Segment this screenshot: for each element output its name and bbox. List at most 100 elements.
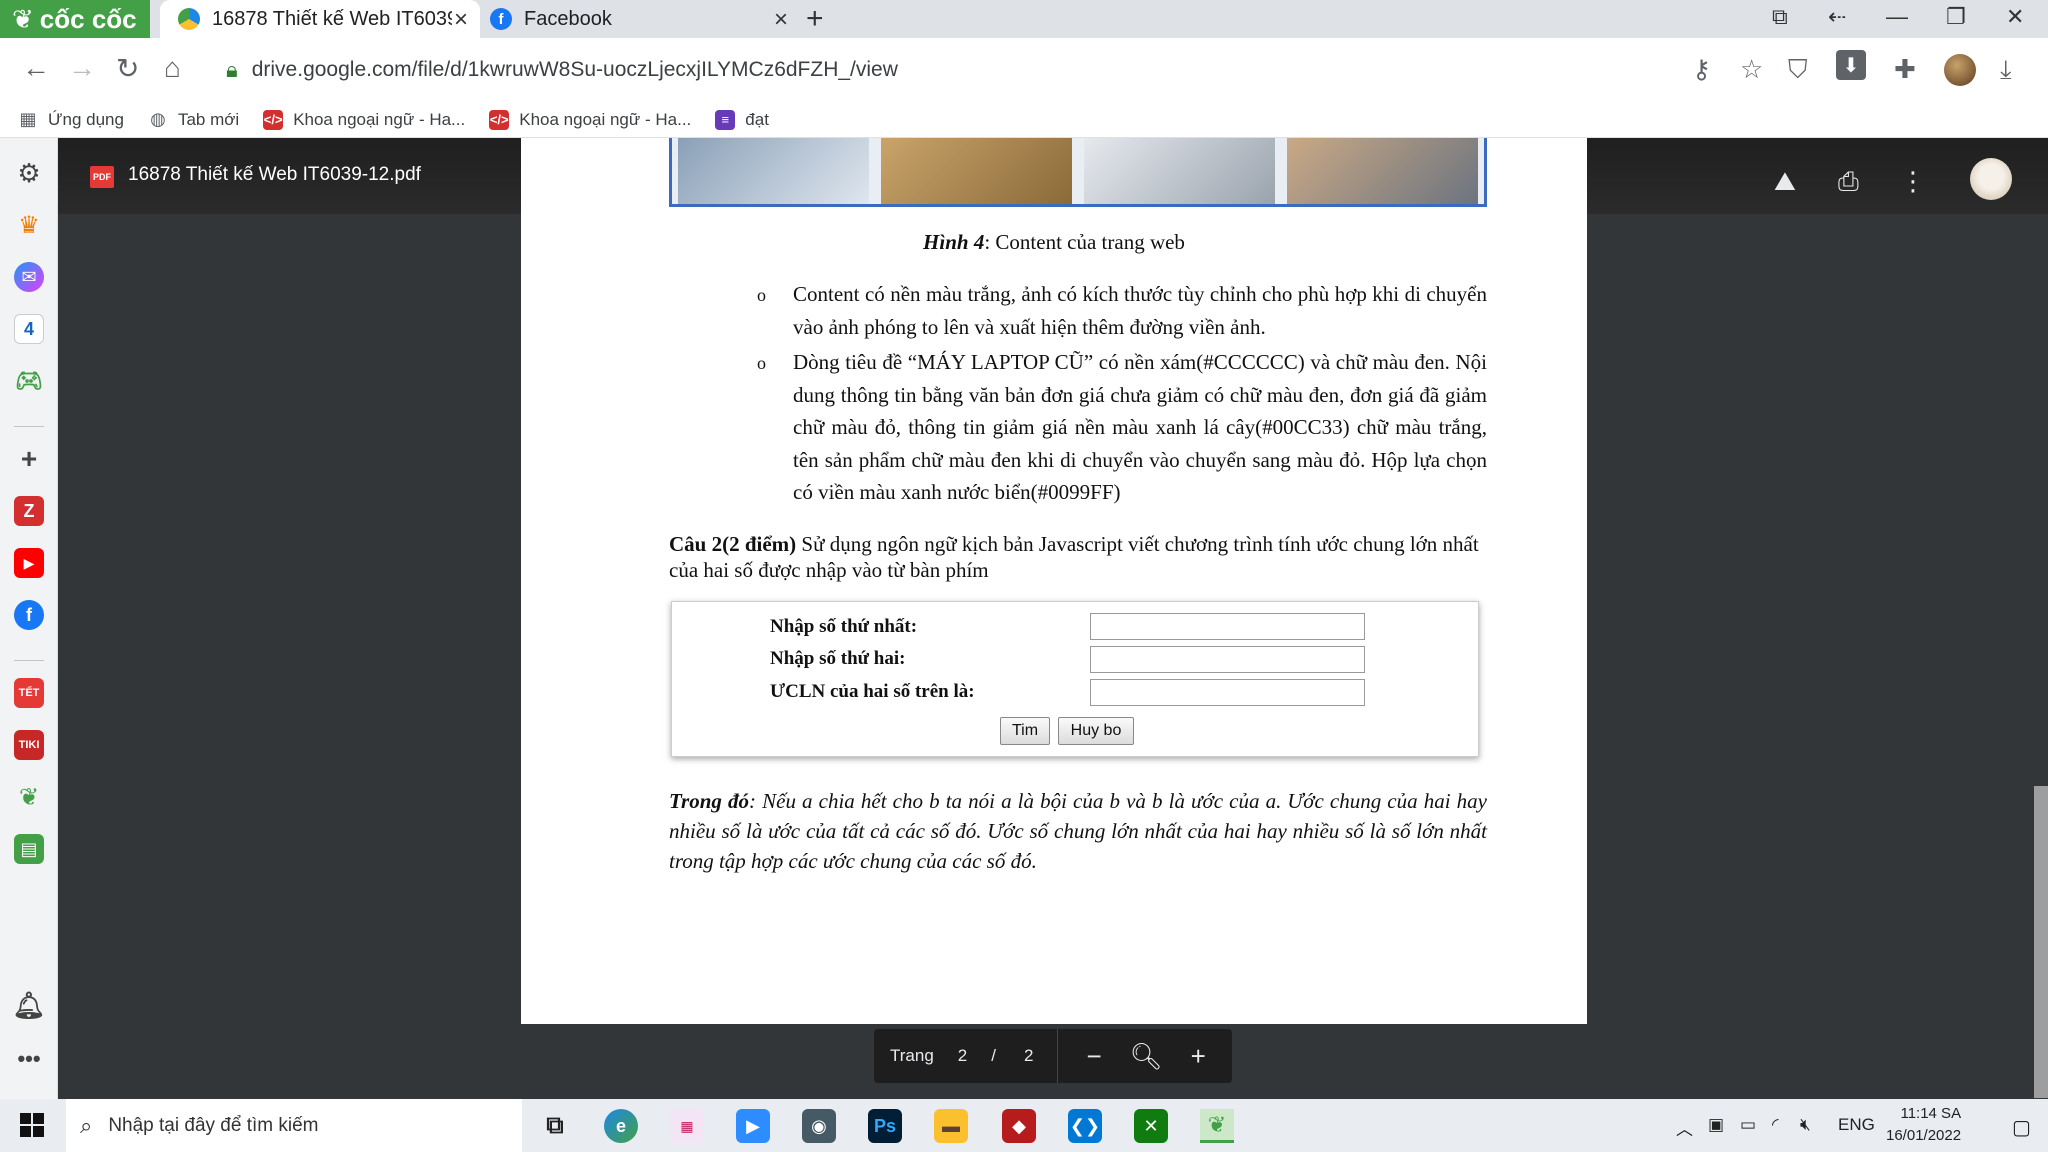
tab-label: Facebook bbox=[524, 7, 612, 30]
windows-start-icon[interactable] bbox=[20, 1113, 44, 1137]
system-clock[interactable]: 11:14 SA 16/01/2022 bbox=[1886, 1103, 1961, 1147]
coccoc-sidebar: ⚙ ♛ ✉ 4 🎮︎ + Z ▶ f TẾT TIKI ❦ ▤ 🔔︎ ••• bbox=[0, 138, 58, 1099]
bullet-text: Dòng tiêu đề “MÁY LAPTOP CŨ” có nền xám(… bbox=[793, 350, 1487, 504]
taskbar-search[interactable]: ⌕ Nhập tại đây để tìm kiếm bbox=[66, 1099, 522, 1152]
bell-icon[interactable]: 🔔︎ bbox=[13, 990, 46, 1020]
page-separator: / bbox=[991, 1046, 996, 1065]
coccoc-taskbar-icon[interactable]: ❦ bbox=[1200, 1109, 1234, 1143]
shopee-tet-icon[interactable]: TẾT bbox=[14, 678, 44, 708]
laptop-image-strip bbox=[669, 138, 1487, 207]
reload-icon[interactable]: ↻ bbox=[116, 52, 139, 85]
settings-gear-icon[interactable]: ⚙ bbox=[14, 158, 44, 188]
bookmark-label: Tab mới bbox=[177, 109, 240, 129]
bookmark-star-icon[interactable]: ☆ bbox=[1740, 54, 1763, 85]
zoom-app-icon[interactable]: ▶ bbox=[736, 1109, 770, 1143]
question-2: Câu 2(2 điểm) Sử dụng ngôn ngữ kịch bản … bbox=[669, 531, 1487, 583]
coccoc-leaf-icon: ❦ bbox=[12, 3, 34, 34]
messenger-icon[interactable]: ✉ bbox=[14, 262, 44, 292]
print-icon[interactable]: ⎙ bbox=[1838, 166, 1859, 198]
red-app-icon[interactable]: ◆ bbox=[1002, 1109, 1036, 1143]
tab-search-icon[interactable]: ⧉ bbox=[1772, 4, 1788, 30]
result-field bbox=[1090, 679, 1365, 706]
brand-name: cốc cốc bbox=[39, 3, 137, 34]
facebook-icon: f bbox=[490, 8, 512, 30]
more-options-icon[interactable]: ⋮ bbox=[1900, 166, 1926, 197]
red-code-icon: </> bbox=[263, 109, 284, 130]
sheets-icon[interactable]: ▤ bbox=[14, 834, 44, 864]
back-icon[interactable]: ← bbox=[22, 52, 50, 84]
youtube-icon[interactable]: ▶ bbox=[14, 548, 44, 578]
form-label-first: Nhập số thứ nhất: bbox=[770, 616, 918, 637]
facebook-sidebar-icon[interactable]: f bbox=[14, 600, 44, 630]
language-indicator[interactable]: ENG bbox=[1838, 1115, 1875, 1135]
bookmark-khoa-1[interactable]: </> Khoa ngoại ngữ - Ha... bbox=[263, 109, 465, 130]
tiki-tet-icon[interactable]: TIKI bbox=[14, 730, 44, 760]
window-close-icon[interactable]: ✕ bbox=[2006, 4, 2024, 30]
definition-note: Trong đó: Nếu a chia hết cho b ta nói a … bbox=[669, 786, 1487, 876]
add-to-drive-icon[interactable]: ⛰ bbox=[1774, 166, 1796, 198]
tray-chevron-icon[interactable]: ︿ bbox=[1676, 1115, 1693, 1140]
minimize-icon[interactable]: — bbox=[1886, 4, 1908, 30]
zoom-out-icon[interactable]: − bbox=[1086, 1041, 1101, 1072]
bullet-marker: o bbox=[757, 285, 766, 305]
google-drive-icon bbox=[178, 8, 200, 30]
zoom-in-icon[interactable]: + bbox=[1191, 1041, 1206, 1072]
vertical-scrollbar[interactable] bbox=[2034, 786, 2048, 1098]
crown-icon[interactable]: ♛ bbox=[14, 210, 44, 240]
savior-download-icon[interactable]: ⬇ bbox=[1836, 50, 1866, 80]
shield-icon[interactable]: ⛉ bbox=[1788, 54, 1808, 86]
purple-list-icon: ≡ bbox=[715, 109, 736, 130]
profile-avatar[interactable] bbox=[1944, 54, 1976, 86]
tab-strip: ❦ cốc cốc 16878 Thiết kế Web IT6039-1 × … bbox=[0, 0, 2048, 38]
gamepad-icon[interactable]: 🎮︎ bbox=[14, 366, 44, 396]
zoom-magnifier-icon[interactable]: 🔍︎ bbox=[1130, 1041, 1163, 1072]
file-explorer-icon[interactable]: ▬ bbox=[934, 1109, 968, 1143]
bookmark-dat[interactable]: ≡ đạt bbox=[715, 109, 769, 130]
bullet-text: Content có nền màu trắng, ảnh có kích th… bbox=[793, 282, 1487, 339]
bookmark-apps[interactable]: ▦ Ứng dụng bbox=[18, 109, 123, 130]
coccoc-logo[interactable]: ❦ cốc cốc bbox=[0, 0, 150, 38]
caption-rest: : Content của trang web bbox=[984, 230, 1185, 254]
form-label-result: ƯCLN của hai số trên là: bbox=[770, 681, 975, 702]
wifi-icon[interactable]: ◜ bbox=[1772, 1115, 1779, 1135]
zing-icon[interactable]: Z bbox=[14, 496, 44, 526]
tab-facebook[interactable]: f Facebook × bbox=[480, 0, 800, 38]
key-icon[interactable]: ⚷ bbox=[1692, 54, 1711, 85]
vscode-icon[interactable]: ❮❯ bbox=[1068, 1109, 1102, 1143]
camera-icon[interactable]: ◉ bbox=[802, 1109, 836, 1143]
volume-muted-icon[interactable]: 🔇︎ bbox=[1800, 1115, 1811, 1135]
app-icon[interactable]: ▦ bbox=[670, 1109, 704, 1143]
more-dots-icon[interactable]: ••• bbox=[14, 1044, 44, 1074]
clock-time: 11:14 SA bbox=[1900, 1105, 1962, 1122]
tray-device-icon[interactable]: ▣ bbox=[1708, 1115, 1724, 1135]
battery-icon[interactable]: ▭ bbox=[1740, 1115, 1756, 1135]
current-page-input[interactable]: 2 bbox=[958, 1046, 967, 1066]
url-text[interactable]: drive.google.com/file/d/1kwruwW8Su-uoczL… bbox=[252, 58, 898, 82]
forward-icon[interactable]: → bbox=[68, 52, 96, 84]
photoshop-icon[interactable]: Ps bbox=[868, 1109, 902, 1143]
add-app-icon[interactable]: + bbox=[14, 443, 44, 474]
download-icon[interactable]: ⤓ bbox=[2000, 54, 2012, 86]
back-arrow-icon[interactable]: ⇠ bbox=[1828, 4, 1846, 30]
tab-label: 16878 Thiết kế Web IT6039-1 bbox=[212, 7, 452, 30]
address-bar[interactable]: 🔒︎ drive.google.com/file/d/1kwruwW8Su-uo… bbox=[216, 48, 1656, 92]
zing-notify-icon[interactable]: 4 bbox=[14, 314, 44, 344]
bookmark-label: đạt bbox=[745, 109, 769, 129]
edge-icon[interactable]: e bbox=[604, 1109, 638, 1143]
close-tab-icon[interactable]: × bbox=[454, 6, 468, 34]
bookmark-khoa-2[interactable]: </> Khoa ngoại ngữ - Ha... bbox=[489, 109, 691, 130]
notifications-icon[interactable]: ▢ bbox=[2012, 1115, 2031, 1140]
windows-taskbar: ⌕ Nhập tại đây để tìm kiếm ⧉ e ▦ ▶ ◉ Ps … bbox=[0, 1099, 2048, 1152]
bookmark-new-tab[interactable]: ◍ Tab mới bbox=[148, 109, 240, 130]
task-view-icon[interactable]: ⧉ bbox=[538, 1109, 572, 1143]
coccoc-news-icon[interactable]: ❦ bbox=[14, 782, 44, 812]
user-avatar[interactable] bbox=[1970, 158, 2012, 200]
tab-pdf[interactable]: 16878 Thiết kế Web IT6039-1 × bbox=[160, 0, 480, 38]
xbox-icon[interactable]: ✕ bbox=[1134, 1109, 1168, 1143]
lock-icon: 🔒︎ bbox=[226, 57, 238, 82]
new-tab-icon[interactable]: + bbox=[806, 2, 824, 36]
home-icon[interactable]: ⌂ bbox=[164, 52, 181, 84]
extensions-icon[interactable]: ✚ bbox=[1894, 54, 1916, 85]
restore-icon[interactable]: ❐ bbox=[1946, 4, 1966, 30]
close-tab-icon[interactable]: × bbox=[774, 6, 788, 34]
